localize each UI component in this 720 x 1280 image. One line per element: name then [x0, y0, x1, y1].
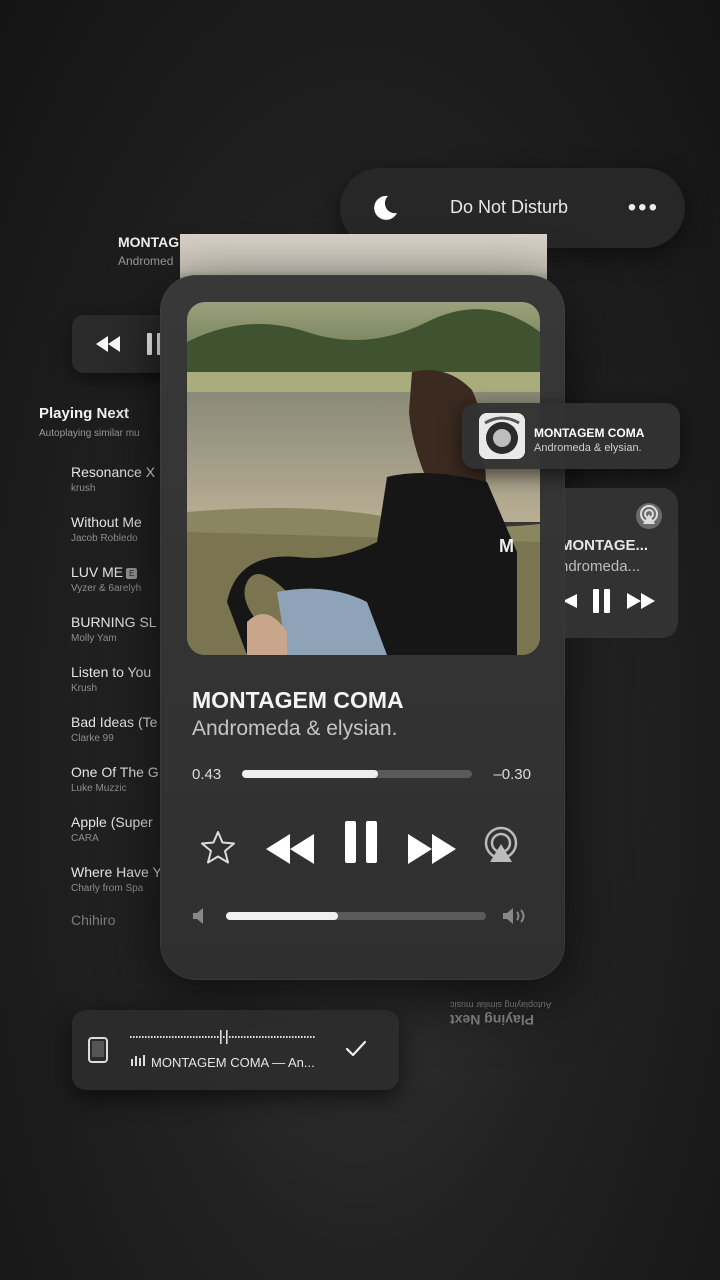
airplay-icon[interactable] [482, 826, 520, 864]
list-item[interactable]: Listen to You Krush [71, 662, 163, 712]
volume-slider[interactable] [226, 912, 486, 920]
fast-forward-icon[interactable] [627, 593, 655, 609]
now-playing-artist-small: Andromed [118, 254, 174, 268]
queue-artist: Vyzer & 6arelyh [71, 583, 142, 594]
album-art: M [187, 302, 540, 655]
queue-title: One Of The G [71, 764, 159, 780]
mirrored-playing-next: Playing Next Autoplaying similar music [450, 1000, 552, 1028]
queue-artist: krush [71, 483, 96, 494]
moon-icon [374, 195, 397, 220]
volume-fill [226, 912, 338, 920]
remaining-time: –0.30 [493, 766, 531, 783]
list-item[interactable]: BURNING SL Molly Yam [71, 612, 163, 662]
queue-title: LUV ME [71, 564, 124, 580]
queue-artist: Molly Yam [71, 633, 117, 644]
queue-title: Apple (Super [71, 814, 153, 830]
mirrored-heading: Playing Next [450, 1012, 535, 1028]
list-item[interactable]: Bad Ideas (Te Clarke 99 [71, 712, 163, 762]
list-item[interactable]: Chihiro [71, 912, 163, 962]
side-mini-player[interactable]: MONTAGE... ndromeda... [565, 488, 678, 638]
list-item[interactable]: Resonance X krush [71, 462, 163, 512]
queue-artist: Luke Muzzic [71, 783, 127, 794]
playback-controls [200, 820, 530, 872]
pause-icon[interactable] [344, 820, 378, 864]
queue-title: BURNING SL [71, 614, 157, 630]
now-playing-card: M MONTAGEM COMA Andromeda & elysian. 0.4… [160, 275, 565, 980]
now-playing-title-small: MONTAG [118, 234, 180, 250]
queue-artist: Krush [71, 683, 98, 694]
queue-title: Resonance X [71, 464, 156, 480]
list-item[interactable]: Without Me Jacob Robledo [71, 512, 163, 562]
song-title: MONTAGEM COMA [192, 687, 404, 713]
mirrored-subtitle: Autoplaying similar music [450, 1000, 552, 1010]
queue-title: Without Me [71, 514, 142, 530]
waveform-icon [130, 1030, 315, 1044]
airplay-icon[interactable] [635, 502, 663, 530]
device-track-text: MONTAGEM COMA — An... [151, 1055, 315, 1070]
queue-title: Bad Ideas (Te [71, 714, 158, 730]
queue-artist: Jacob Robledo [71, 533, 138, 544]
volume-high-icon [503, 908, 525, 924]
progress-fill [242, 770, 378, 778]
list-item[interactable]: LUV ME E Vyzer & 6arelyh [71, 562, 163, 612]
queue-list: Resonance X krush Without Me Jacob Robledo… [71, 462, 163, 962]
rewind-icon[interactable] [95, 336, 120, 352]
dnd-label: Do Not Disturb [450, 197, 569, 217]
more-options-icon[interactable]: ••• [628, 194, 659, 222]
check-icon[interactable] [345, 1040, 367, 1058]
elapsed-time: 0.43 [192, 766, 222, 783]
pause-icon[interactable] [593, 589, 611, 613]
notification-artwork [479, 413, 525, 459]
star-icon[interactable] [200, 830, 236, 864]
svg-text:M: M [499, 536, 514, 556]
playing-next-subtitle: Autoplaying similar mu [39, 428, 140, 439]
notification-artist: Andromeda & elysian. [534, 442, 642, 454]
volume-low-icon [193, 908, 203, 924]
explicit-badge: E [126, 567, 138, 579]
output-device-bar[interactable]: MONTAGEM COMA — An... [72, 1010, 399, 1090]
song-artist[interactable]: Andromeda & elysian. [192, 717, 397, 741]
list-item[interactable]: Apple (Super CARA [71, 812, 163, 862]
queue-title: Listen to You [71, 664, 152, 680]
queue-title: Where Have Y [71, 864, 162, 880]
playing-next-heading: Playing Next [39, 405, 130, 422]
equalizer-icon [131, 1055, 145, 1066]
list-item[interactable]: One Of The G Luke Muzzic [71, 762, 163, 812]
progress-scrubber[interactable] [242, 770, 472, 778]
queue-artist: CARA [71, 833, 99, 844]
fast-forward-icon[interactable] [408, 834, 456, 864]
phone-icon [88, 1037, 108, 1063]
side-player-artist: ndromeda... [565, 558, 641, 575]
queue-artist: Charly from Spa [71, 883, 144, 894]
now-playing-notification[interactable]: MONTAGEM COMA Andromeda & elysian. [462, 403, 680, 469]
queue-title: Chihiro [71, 912, 116, 928]
notification-title: MONTAGEM COMA [534, 426, 645, 440]
rewind-icon[interactable] [565, 594, 577, 608]
list-item[interactable]: Where Have Y Charly from Spa [71, 862, 163, 912]
queue-artist: Clarke 99 [71, 733, 114, 744]
rewind-icon[interactable] [266, 834, 314, 864]
side-player-title: MONTAGE... [565, 537, 649, 554]
